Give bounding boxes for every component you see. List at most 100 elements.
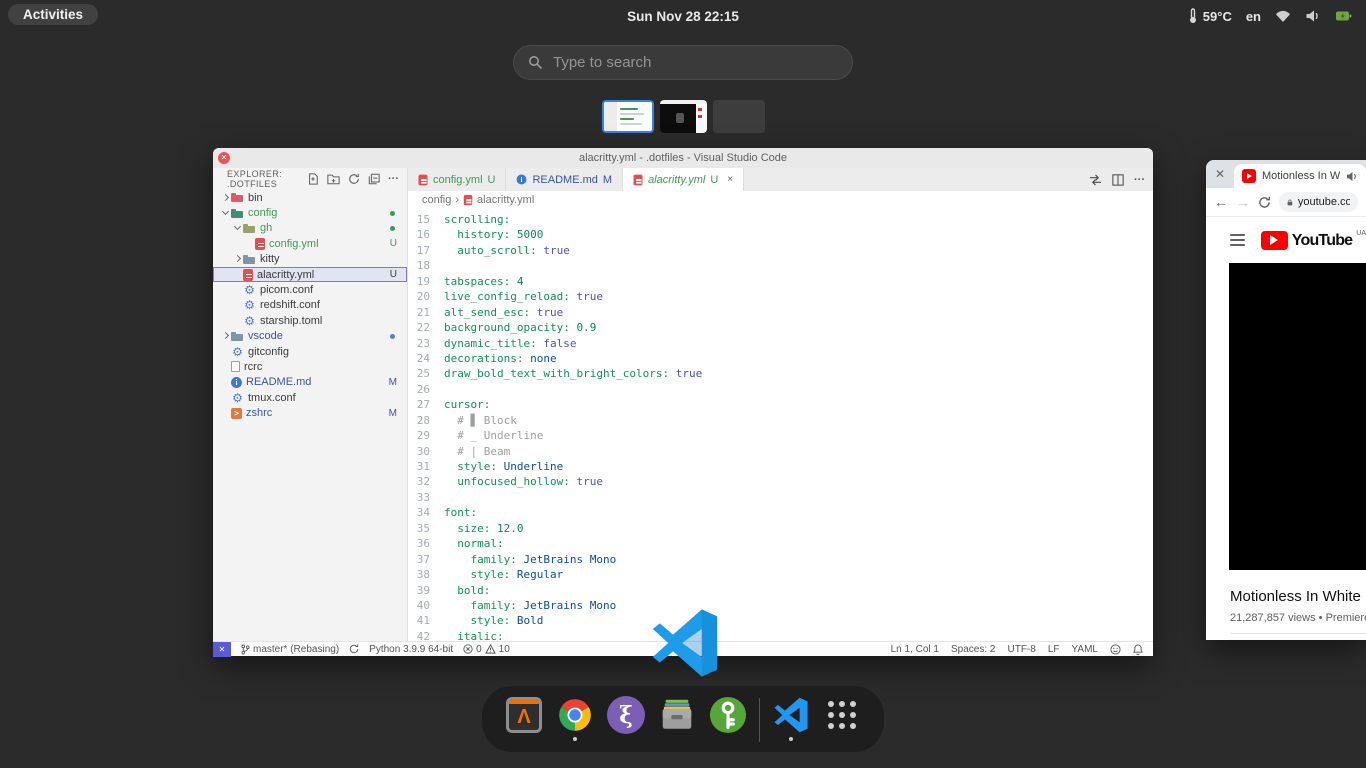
clock[interactable]: Sun Nov 28 22:15 [0, 9, 1366, 24]
statusbar-item[interactable]: UTF-8 [1007, 644, 1035, 655]
sync-status[interactable] [349, 644, 359, 654]
vscode-titlebar[interactable]: ✕ alacritty.yml - .dotfiles - Visual Stu… [213, 148, 1153, 168]
code-line-27[interactable]: 27cursor: [408, 397, 1153, 412]
code-line-34[interactable]: 34font: [408, 505, 1153, 520]
refresh-icon[interactable] [348, 173, 360, 185]
video-player[interactable] [1229, 263, 1366, 570]
new-folder-icon[interactable] [327, 173, 340, 185]
code-editor[interactable]: 15scrolling:16 history: 500017 auto_scro… [408, 208, 1153, 641]
code-line-30[interactable]: 30 # | Beam [408, 444, 1153, 459]
code-line-26[interactable]: 26 [408, 382, 1153, 397]
browser-tab[interactable]: Motionless In White - / [1234, 164, 1366, 188]
statusbar-item[interactable]: Ln 1, Col 1 [891, 644, 939, 655]
menu-icon[interactable] [1230, 234, 1245, 246]
code-line-39[interactable]: 39 bold: [408, 583, 1153, 598]
tab-audio-icon[interactable] [1346, 171, 1358, 182]
feedback-icon[interactable] [1110, 644, 1121, 655]
dock-item-emacs[interactable]: ξ [606, 696, 646, 741]
new-file-icon[interactable] [307, 173, 319, 185]
system-status-area[interactable]: 59°C en [1187, 0, 1352, 32]
code-line-41[interactable]: 41 style: Bold [408, 613, 1153, 628]
code-line-20[interactable]: 20live_config_reload: true [408, 289, 1153, 304]
folder-icon [243, 253, 256, 266]
git-branch-status[interactable]: master* (Rebasing) [241, 644, 339, 655]
remote-indicator[interactable]: ✕ [213, 642, 231, 657]
file-tree-item-redshift.conf[interactable]: ⚙redshift.conf [213, 298, 407, 313]
editor-more-actions-icon[interactable]: ··· [1134, 174, 1145, 186]
code-line-24[interactable]: 24decorations: none [408, 351, 1153, 366]
dock-item-files[interactable] [657, 696, 697, 741]
code-line-31[interactable]: 31 style: Underline [408, 459, 1153, 474]
code-line-19[interactable]: 19tabspaces: 4 [408, 274, 1153, 289]
breadcrumb-file[interactable]: alacritty.yml [477, 194, 534, 206]
code-line-29[interactable]: 29 # _ Underline [408, 428, 1153, 443]
vscode-app-badge-icon[interactable] [650, 608, 720, 678]
address-bar[interactable]: youtube.com/wa [1279, 192, 1358, 212]
file-tree-item-alacritty.yml[interactable]: alacritty.ymlU [213, 267, 407, 282]
code-line-32[interactable]: 32 unfocused_hollow: true [408, 474, 1153, 489]
statusbar-item[interactable]: LF [1048, 644, 1060, 655]
tab-close-icon[interactable]: × [727, 174, 733, 185]
code-line-18[interactable]: 18 [408, 258, 1153, 273]
code-line-40[interactable]: 40 family: JetBrains Mono [408, 598, 1153, 613]
search-bar[interactable]: Type to search [513, 45, 853, 80]
collapse-folders-icon[interactable] [368, 173, 380, 185]
workspace-thumbnail-new[interactable] [713, 100, 765, 133]
back-button[interactable]: ← [1214, 194, 1228, 210]
code-line-37[interactable]: 37 family: JetBrains Mono [408, 552, 1153, 567]
file-tree-item-zshrc[interactable]: zshrcM [213, 405, 407, 420]
breadcrumb-folder[interactable]: config [422, 194, 451, 206]
file-tree-item-starship.toml[interactable]: ⚙starship.toml [213, 313, 407, 328]
code-line-42[interactable]: 42 italic: [408, 629, 1153, 641]
notifications-bell-icon[interactable] [1133, 644, 1143, 655]
code-line-28[interactable]: 28 # ▋ Block [408, 413, 1153, 428]
dock-item-keepassxc[interactable] [708, 696, 748, 741]
file-tree-item-bin[interactable]: bin [213, 190, 407, 205]
code-line-16[interactable]: 16 history: 5000 [408, 227, 1153, 242]
file-tree-item-config.yml[interactable]: config.ymlU [213, 236, 407, 251]
editor-tab-alacritty.yml[interactable]: alacritty.ymlU× [623, 168, 744, 191]
file-tree-item-tmux.conf[interactable]: ⚙tmux.conf [213, 390, 407, 405]
code-line-36[interactable]: 36 normal: [408, 536, 1153, 551]
code-line-38[interactable]: 38 style: Regular [408, 567, 1153, 582]
split-editor-icon[interactable] [1112, 174, 1124, 186]
code-line-21[interactable]: 21alt_send_esc: true [408, 305, 1153, 320]
statusbar-item[interactable]: YAML [1072, 644, 1099, 655]
youtube-logo[interactable]: YouTube UA [1261, 231, 1366, 250]
file-tree-item-gh[interactable]: gh [213, 221, 407, 236]
statusbar-item[interactable]: Spaces: 2 [951, 644, 995, 655]
code-line-15[interactable]: 15scrolling: [408, 212, 1153, 227]
problems-status[interactable]: 0 10 [463, 644, 510, 655]
dock-item-alacritty[interactable]: Λ [504, 696, 544, 741]
open-changes-icon[interactable] [1089, 174, 1102, 186]
code-line-22[interactable]: 22background_opacity: 0.9 [408, 320, 1153, 335]
file-tree-item-gitconfig[interactable]: ⚙gitconfig [213, 344, 407, 359]
reload-button[interactable] [1258, 196, 1271, 209]
file-tree-item-README.md[interactable]: README.mdM [213, 375, 407, 390]
dock-item-vscode[interactable] [771, 696, 811, 741]
code-line-33[interactable]: 33 [408, 490, 1153, 505]
editor-tab-config.yml[interactable]: config.ymlU [408, 168, 506, 191]
explorer-more-actions-icon[interactable]: ··· [388, 173, 399, 185]
file-tree-item-vscode[interactable]: vscode [213, 329, 407, 344]
workspace-thumbnail-active[interactable] [602, 100, 654, 133]
code-line-23[interactable]: 23dynamic_title: false [408, 336, 1153, 351]
workspace-thumbnail-2[interactable] [660, 100, 707, 133]
code-line-17[interactable]: 17 auto_scroll: true [408, 243, 1153, 258]
file-tree-item-rcrc[interactable]: rcrc [213, 359, 407, 374]
keyboard-layout-indicator[interactable]: en [1246, 9, 1261, 24]
line-number: 22 [408, 320, 444, 335]
code-line-35[interactable]: 35 size: 12.0 [408, 521, 1153, 536]
forward-button[interactable]: → [1236, 194, 1250, 210]
file-tree-item-picom.conf[interactable]: ⚙picom.conf [213, 282, 407, 297]
breadcrumb[interactable]: config › alacritty.yml [408, 191, 1153, 208]
file-tree-item-kitty[interactable]: kitty [213, 252, 407, 267]
browser-close-button[interactable]: ✕ [1206, 167, 1234, 188]
editor-tab-README.md[interactable]: README.mdM [506, 168, 623, 191]
window-close-button[interactable]: ✕ [218, 152, 230, 164]
dock-item-chrome[interactable] [555, 696, 595, 741]
code-line-25[interactable]: 25draw_bold_text_with_bright_colors: tru… [408, 366, 1153, 381]
python-interpreter-status[interactable]: Python 3.9.9 64-bit [369, 644, 453, 655]
dock-item-app-grid[interactable] [822, 696, 862, 741]
file-tree-item-config[interactable]: config [213, 205, 407, 220]
